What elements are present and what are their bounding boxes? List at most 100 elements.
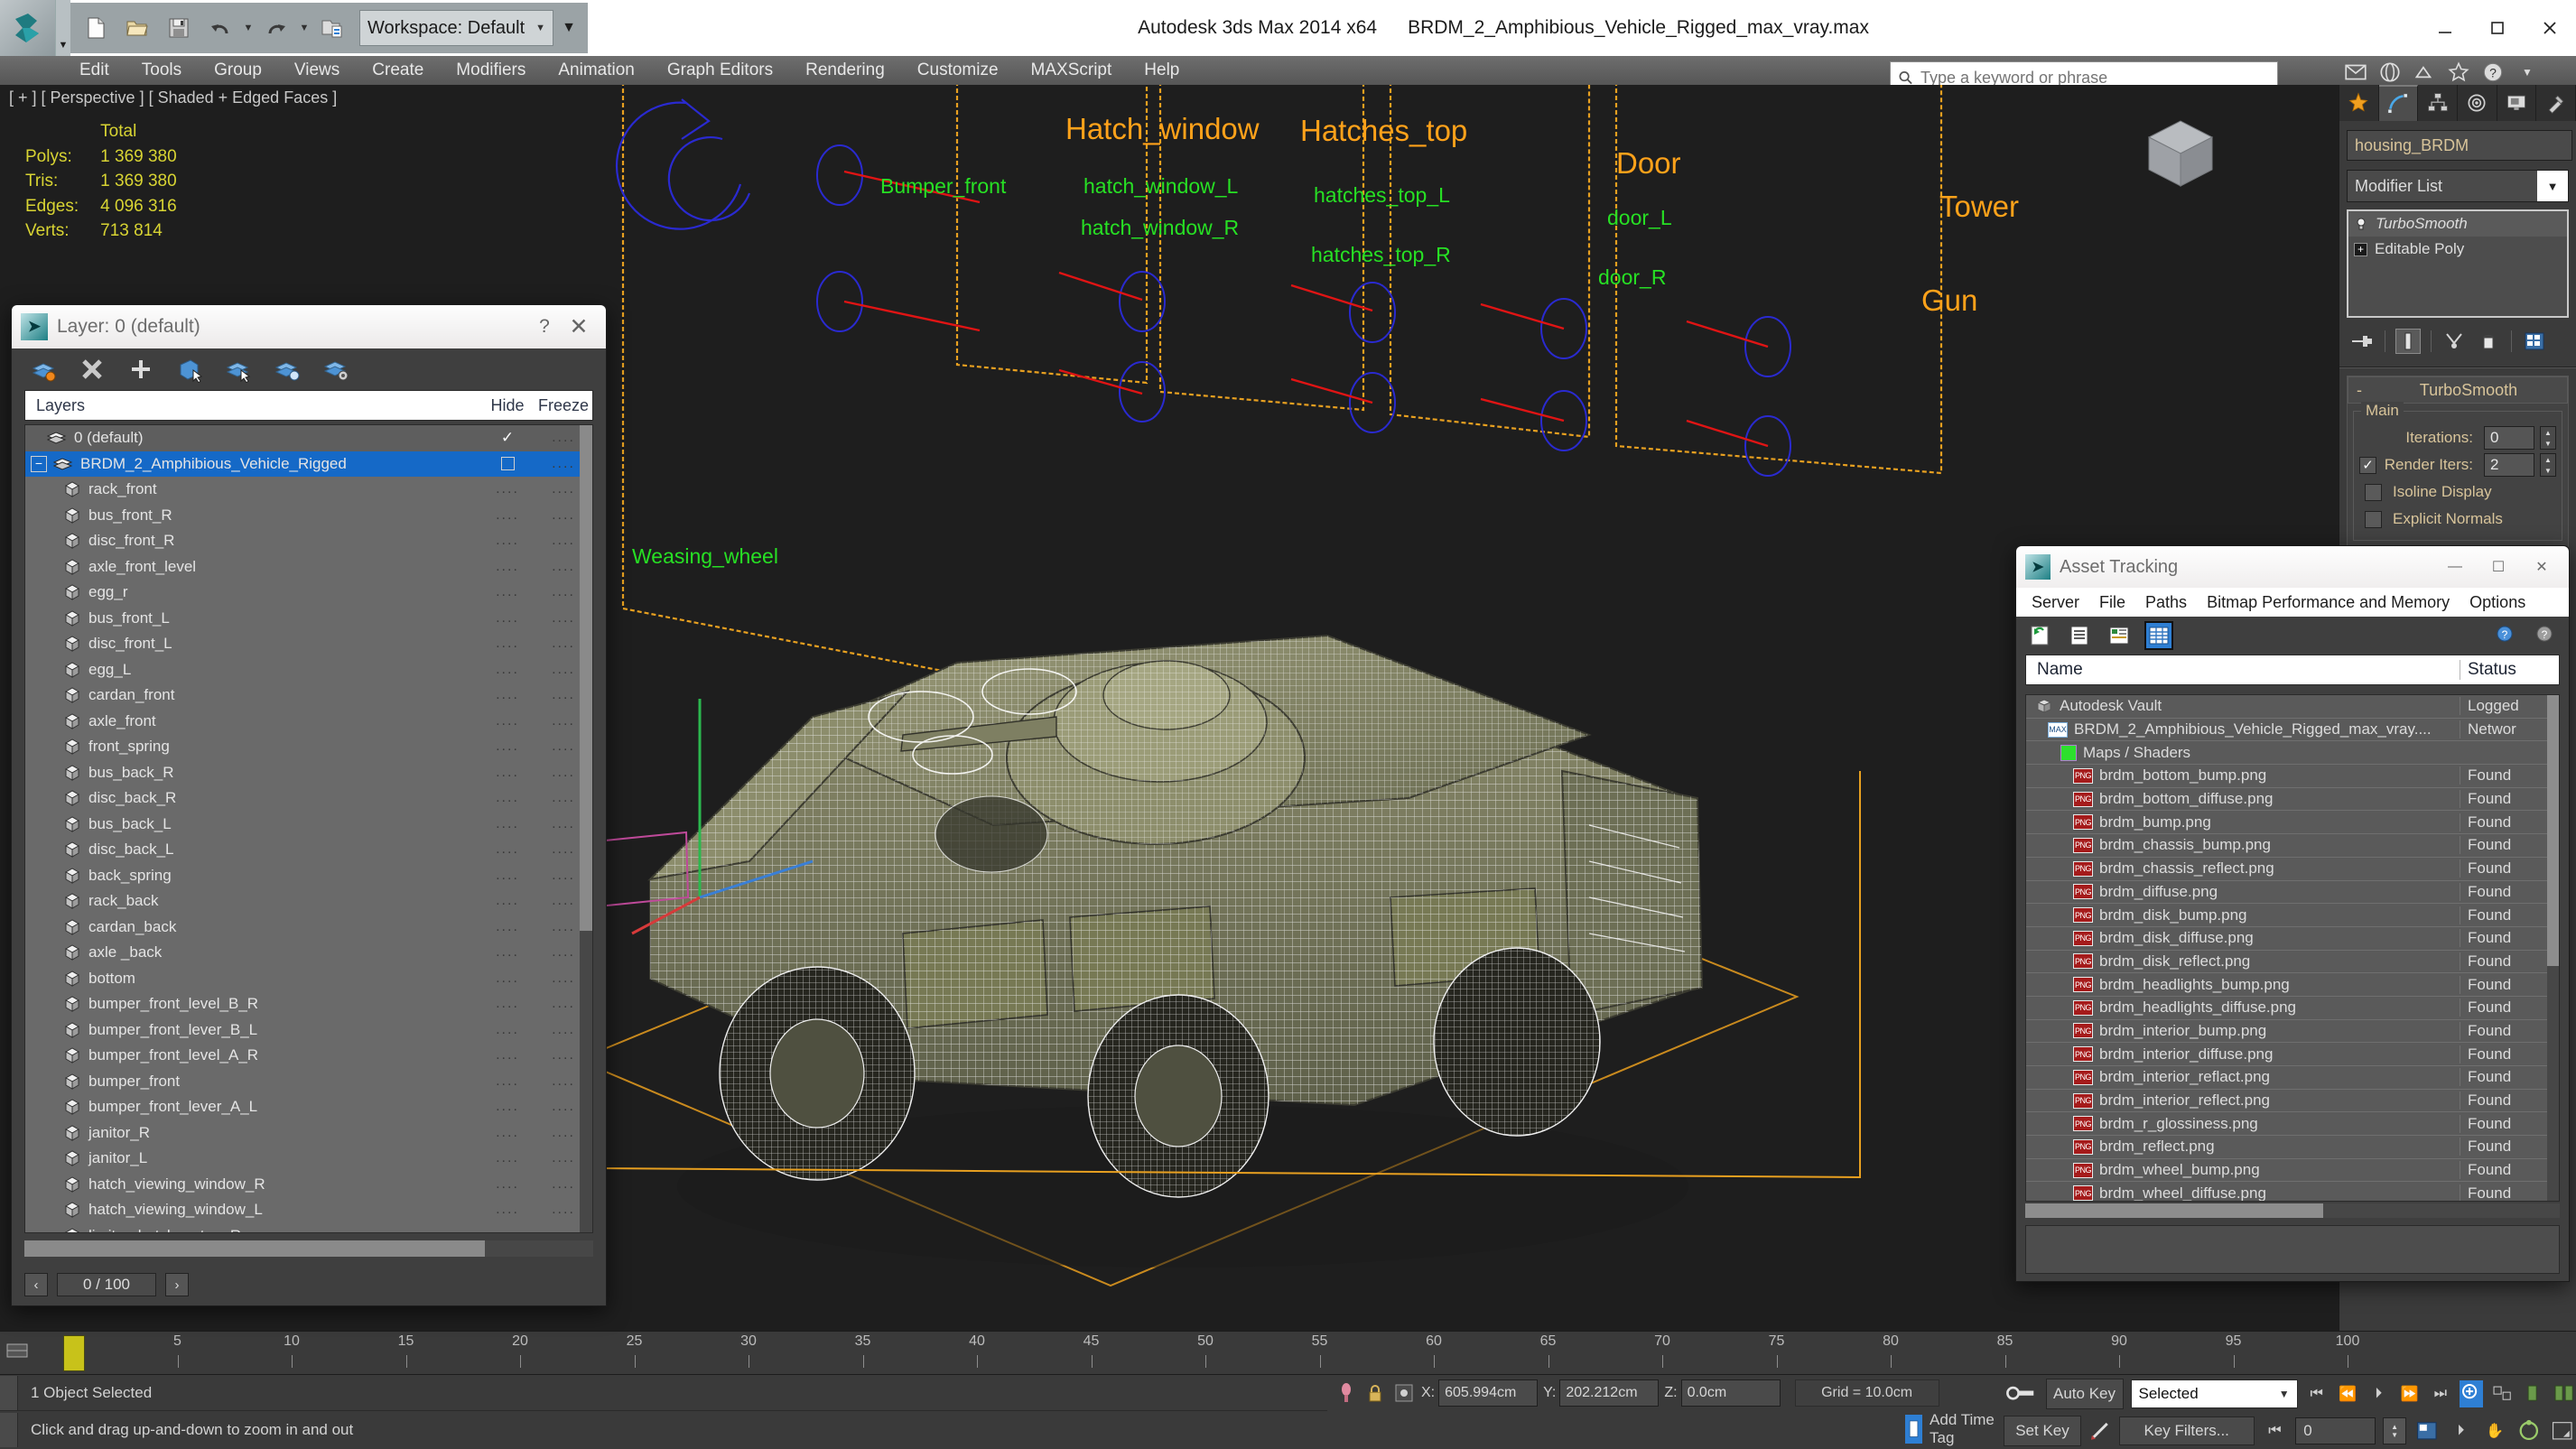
layer-hide-cell[interactable]: .... bbox=[480, 687, 535, 703]
layer-hide-cell[interactable]: .... bbox=[480, 636, 535, 652]
layer-row[interactable]: bumper_front_lever_B_L........ bbox=[25, 1017, 592, 1044]
layer-hide-cell[interactable]: .... bbox=[480, 507, 535, 524]
layer-hide-dots[interactable]: .... bbox=[496, 559, 519, 575]
layer-hide-cell[interactable]: .... bbox=[480, 893, 535, 909]
app-logo-dropdown-icon[interactable]: ▼ bbox=[56, 0, 70, 56]
layer-hide-cell[interactable]: .... bbox=[480, 738, 535, 755]
key-filters-toggle-icon[interactable] bbox=[2088, 1419, 2112, 1443]
set-key-button[interactable]: Set Key bbox=[2004, 1415, 2081, 1446]
save-file-icon[interactable] bbox=[159, 8, 199, 48]
layer-hide-dots[interactable]: .... bbox=[496, 893, 519, 909]
create-tab[interactable] bbox=[2339, 85, 2379, 121]
asset-row[interactable]: PNG brdm_bottom_bump.png Found bbox=[2026, 765, 2559, 788]
hand-pan-icon[interactable]: ✋ bbox=[2481, 1417, 2508, 1444]
layer-dialog[interactable]: ➤ Layer: 0 (default) ? ✕ Layers Hide Fre… bbox=[11, 304, 607, 1306]
grid-view-icon[interactable] bbox=[2144, 621, 2173, 650]
selection-lock-icon[interactable] bbox=[1363, 1381, 1387, 1405]
layer-hide-cell[interactable]: .... bbox=[480, 1073, 535, 1090]
layer-hide-cell[interactable]: .... bbox=[480, 1047, 535, 1064]
viewport-label[interactable]: [ + ] [ Perspective ] [ Shaded + Edged F… bbox=[9, 88, 337, 107]
refresh-icon[interactable] bbox=[2027, 623, 2052, 648]
hierarchy-tab[interactable] bbox=[2418, 85, 2459, 121]
undo-icon[interactable] bbox=[200, 8, 240, 48]
redo-icon[interactable] bbox=[256, 8, 296, 48]
layer-hide-dots[interactable]: .... bbox=[496, 790, 519, 806]
layer-row[interactable]: egg_r........ bbox=[25, 580, 592, 606]
layer-freeze-dots[interactable]: .... bbox=[552, 1073, 575, 1090]
asset-tracking-dialog[interactable]: ➤ Asset Tracking — ☐ ✕ Server File Paths Bi… bbox=[2015, 545, 2570, 1282]
layer-freeze-dots[interactable]: .... bbox=[552, 816, 575, 832]
layer-row[interactable]: bumper_front_lever_A_L........ bbox=[25, 1094, 592, 1120]
layer-hide-dots[interactable]: .... bbox=[496, 1022, 519, 1038]
layer-row[interactable]: disc_front_R........ bbox=[25, 528, 592, 554]
layer-list[interactable]: 0 (default) ✓.... − BRDM_2_Amphibious_Vehic… bbox=[24, 424, 593, 1233]
asset-row[interactable]: PNG brdm_interior_bump.png Found bbox=[2026, 1020, 2559, 1044]
layer-hide-checkbox[interactable] bbox=[500, 457, 515, 471]
asset-maximize-button[interactable]: ☐ bbox=[2477, 547, 2520, 587]
layer-hide-cell[interactable]: .... bbox=[480, 610, 535, 627]
delete-layer-icon[interactable] bbox=[79, 356, 106, 383]
coord-x-value[interactable]: 605.994cm bbox=[1438, 1379, 1539, 1407]
rollout-header[interactable]: - TurboSmooth bbox=[2348, 376, 2568, 404]
layer-row[interactable]: hatch_viewing_window_L........ bbox=[25, 1197, 592, 1223]
go-to-end-icon[interactable]: ⏭ bbox=[2429, 1380, 2452, 1407]
menu-item-create[interactable]: Create bbox=[356, 56, 440, 85]
modifier-list-dropdown[interactable]: Modifier List ▼ bbox=[2347, 170, 2569, 202]
menu-item-graph-editors[interactable]: Graph Editors bbox=[651, 56, 789, 85]
orbit-icon[interactable] bbox=[2516, 1417, 2543, 1444]
make-unique-icon[interactable] bbox=[2442, 330, 2466, 353]
pan-view-icon[interactable]: ⏵ bbox=[2448, 1417, 2475, 1444]
help-icon[interactable]: ? bbox=[2480, 60, 2506, 85]
minimize-button[interactable] bbox=[2419, 0, 2471, 56]
modifier-stack[interactable]: TurboSmooth + Editable Poly bbox=[2347, 209, 2569, 318]
layer-freeze-dots[interactable]: .... bbox=[552, 765, 575, 781]
layer-hide-cell[interactable]: .... bbox=[480, 533, 535, 549]
layer-row[interactable]: front_spring........ bbox=[25, 734, 592, 760]
layer-hscroll-thumb[interactable] bbox=[24, 1240, 485, 1257]
next-frame-icon[interactable]: ⏩ bbox=[2397, 1380, 2421, 1407]
layer-hide-cell[interactable]: .... bbox=[480, 559, 535, 575]
layer-freeze-dots[interactable]: .... bbox=[552, 481, 575, 497]
menu-item-modifiers[interactable]: Modifiers bbox=[440, 56, 542, 85]
motion-tab[interactable] bbox=[2458, 85, 2497, 121]
rollout-collapse-icon[interactable]: - bbox=[2348, 381, 2370, 400]
layer-freeze-dots[interactable]: .... bbox=[552, 1202, 575, 1218]
frame-range-field[interactable]: 0 / 100 bbox=[57, 1273, 156, 1296]
subscription-icon[interactable] bbox=[2446, 60, 2471, 85]
layer-row[interactable]: 0 (default) ✓.... bbox=[25, 425, 592, 451]
iterations-value[interactable]: 0 bbox=[2484, 426, 2534, 450]
layer-row[interactable]: disc_back_L........ bbox=[25, 837, 592, 863]
layer-hide-dots[interactable]: .... bbox=[496, 765, 519, 781]
layer-hide-cell[interactable]: .... bbox=[480, 1150, 535, 1166]
view-cube-icon[interactable] bbox=[2131, 101, 2230, 200]
layer-freeze-dots[interactable]: .... bbox=[552, 841, 575, 858]
asset-menu-server[interactable]: Server bbox=[2022, 588, 2089, 617]
render-iters-spinner[interactable]: ▲ ▼ bbox=[2540, 453, 2556, 477]
render-iters-checkbox[interactable]: ✓ bbox=[2359, 456, 2376, 474]
layer-row[interactable]: − BRDM_2_Amphibious_Vehicle_Rigged.... bbox=[25, 450, 592, 477]
layer-hide-cell[interactable]: .... bbox=[480, 481, 535, 497]
previous-frame-icon[interactable]: ⏪ bbox=[2336, 1380, 2359, 1407]
layer-freeze-dots[interactable]: .... bbox=[552, 868, 575, 884]
iterations-spinner[interactable]: ▲ ▼ bbox=[2540, 426, 2556, 450]
detail-view-icon[interactable] bbox=[2106, 623, 2132, 648]
asset-menu-file[interactable]: File bbox=[2089, 588, 2135, 617]
undo-dropdown-icon[interactable]: ▼ bbox=[242, 8, 255, 48]
menu-item-rendering[interactable]: Rendering bbox=[789, 56, 901, 85]
add-selection-to-layer-icon[interactable] bbox=[127, 356, 154, 383]
layer-hide-cell[interactable]: .... bbox=[480, 1176, 535, 1193]
app-logo-icon[interactable] bbox=[0, 0, 56, 56]
layer-hide-check[interactable]: ✓ bbox=[501, 429, 514, 447]
asset-row[interactable]: PNG brdm_bump.png Found bbox=[2026, 811, 2559, 835]
configure-modifier-sets-icon[interactable] bbox=[2523, 330, 2546, 353]
layer-hide-dots[interactable]: .... bbox=[496, 507, 519, 524]
layer-hide-cell[interactable]: .... bbox=[480, 662, 535, 678]
layer-hide-dots[interactable]: .... bbox=[496, 1099, 519, 1115]
layer-freeze-dots[interactable]: .... bbox=[552, 430, 575, 446]
modifier-stack-row[interactable]: TurboSmooth bbox=[2348, 211, 2567, 237]
asset-row[interactable]: PNG brdm_bottom_diffuse.png Found bbox=[2026, 788, 2559, 812]
layer-hide-cell[interactable]: .... bbox=[480, 765, 535, 781]
new-file-icon[interactable] bbox=[76, 8, 116, 48]
help-icon[interactable]: ? bbox=[2533, 623, 2558, 648]
maximize-button[interactable] bbox=[2471, 0, 2524, 56]
